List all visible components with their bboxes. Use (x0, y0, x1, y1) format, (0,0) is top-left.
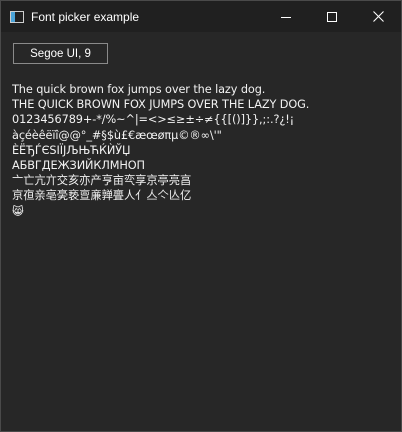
close-button[interactable] (355, 1, 401, 32)
window-controls (263, 1, 401, 32)
maximize-icon (327, 11, 337, 22)
close-icon (372, 11, 384, 22)
app-window-icon (10, 10, 24, 23)
title-bar[interactable]: Font picker example (1, 1, 401, 32)
minimize-button[interactable] (263, 1, 309, 32)
sample-line: 亰亱亲亳亴亵亶亷亸亹人亻亼亽亾亿 (12, 189, 192, 203)
sample-line: THE QUICK BROWN FOX JUMPS OVER THE LAZY … (12, 98, 310, 112)
sample-line: ÈЁЂЃЄЅІЇЈЉЊЋЌЍЎЏ (12, 143, 131, 157)
app-window: Font picker example Segoe UI, 9 The quic… (0, 0, 402, 432)
font-sample-text: The quick brown fox jumps over the lazy … (12, 82, 392, 219)
sample-line: àçéèêëïî@@°_#§$ù£€æœøπµ©®∞\'" (12, 128, 222, 142)
font-picker-button[interactable]: Segoe UI, 9 (13, 43, 108, 64)
sample-line: АБВГДЕЖЗИЙКЛМНОП (12, 159, 145, 173)
sample-line-emoji: 😸 (12, 204, 24, 218)
sample-line: 亠亡亢亣交亥亦产亨亩亪享京亭亮亯 (12, 174, 192, 188)
maximize-button[interactable] (309, 1, 355, 32)
sample-line: The quick brown fox jumps over the lazy … (12, 83, 266, 96)
minimize-icon (281, 16, 291, 18)
sample-line: 0123456789+-*/%~^|=<>≤≥±÷≠{{[()]}},;:.?¿… (12, 113, 295, 127)
window-title: Font picker example (31, 9, 140, 24)
